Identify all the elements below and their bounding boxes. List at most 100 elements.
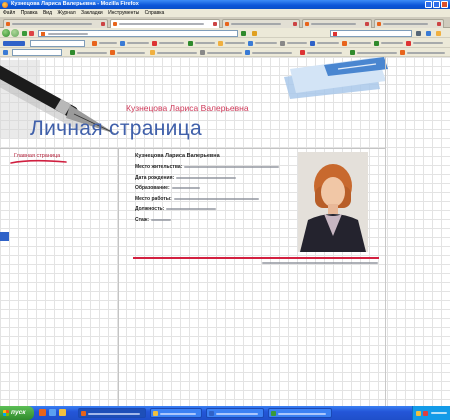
profile-field: Должность:: [135, 206, 217, 212]
illegible-bookmark-label: [195, 42, 215, 44]
bookmark-item[interactable]: [248, 40, 277, 46]
close-tab-icon[interactable]: [213, 22, 217, 26]
windows-logo-icon: [3, 410, 9, 416]
window-title-bar[interactable]: Кузнецова Лариса Валерьевна - Mozilla Fi…: [0, 0, 450, 9]
browser-tab[interactable]: [3, 19, 108, 28]
addon-icon: [400, 50, 405, 55]
taskbar-item[interactable]: [268, 408, 332, 418]
field-label-position: Должность:: [135, 206, 165, 212]
addon-icon[interactable]: [426, 30, 431, 36]
addon-search-field[interactable]: [12, 49, 62, 56]
addon-item[interactable]: [400, 50, 445, 55]
maximize-button[interactable]: [433, 1, 440, 8]
addon-item[interactable]: [70, 50, 107, 55]
browser-tab[interactable]: [302, 19, 372, 28]
bookmark-item[interactable]: [342, 40, 371, 46]
illegible-tab-label: [383, 23, 428, 25]
forward-button[interactable]: [11, 29, 19, 37]
field-label-birthdate: Дата рождения:: [135, 175, 175, 181]
content-footer-divider: [133, 257, 379, 259]
bookmark-item[interactable]: [120, 40, 149, 46]
tray-icon[interactable]: [416, 410, 421, 416]
field-label-education: Образование:: [135, 185, 170, 191]
bookmark-item[interactable]: [406, 40, 443, 46]
menu-tools[interactable]: Инструменты: [108, 10, 139, 16]
back-button[interactable]: [2, 29, 10, 37]
browser-tab-active[interactable]: [110, 19, 220, 28]
profile-field: Стаж:: [135, 217, 172, 223]
owner-name-title: Кузнецова Лариса Валерьевна: [126, 103, 249, 113]
bookmark-item[interactable]: [280, 40, 307, 46]
search-input[interactable]: [330, 29, 412, 37]
addon-item[interactable]: [245, 50, 292, 55]
tray-icon[interactable]: [423, 410, 428, 416]
addon-item[interactable]: [110, 50, 145, 55]
close-tab-icon[interactable]: [365, 22, 369, 26]
header-divider: [0, 148, 385, 149]
minimize-button[interactable]: [425, 1, 432, 8]
go-icon[interactable]: [241, 30, 246, 36]
profile-field: Дата рождения:: [135, 175, 237, 181]
addon-item[interactable]: [350, 50, 397, 55]
illegible-field-value: [151, 219, 172, 221]
taskbar-item-firefox[interactable]: [78, 408, 146, 418]
profile-photo: [298, 152, 368, 252]
field-label-experience: Стаж:: [135, 217, 150, 223]
menu-history[interactable]: Журнал: [57, 10, 75, 16]
illegible-url: [48, 32, 88, 35]
stop-icon[interactable]: [29, 30, 34, 36]
menu-bookmarks[interactable]: Закладки: [81, 10, 103, 16]
bookmark-item[interactable]: [92, 40, 117, 46]
desktop-screen: Кузнецова Лариса Валерьевна - Mozilla Fi…: [0, 0, 450, 420]
bookmark-item[interactable]: [152, 40, 184, 46]
toolbar-search-field[interactable]: [30, 39, 85, 47]
bookmark-item[interactable]: [218, 40, 245, 46]
bookmark-item[interactable]: [310, 40, 339, 46]
bookmark-icon: [342, 40, 347, 46]
menu-file[interactable]: Файл: [3, 10, 15, 16]
menu-edit[interactable]: Правка: [21, 10, 38, 16]
illegible-bookmark-label: [159, 42, 184, 44]
address-bar[interactable]: [38, 29, 238, 37]
close-tab-icon[interactable]: [101, 22, 105, 26]
menu-bar: Файл Правка Вид Журнал Закладки Инструме…: [0, 9, 450, 17]
swoosh-stroke: [10, 159, 67, 164]
toolbar-button[interactable]: [3, 40, 25, 46]
illegible-field-value: [176, 177, 237, 179]
menu-view[interactable]: Вид: [43, 10, 52, 16]
addon-icon[interactable]: [436, 30, 441, 36]
document-icon: [209, 411, 214, 416]
web-page[interactable]: Кузнецова Лариса Валерьевна Личная стран…: [0, 57, 450, 406]
bookmark-icon: [188, 40, 193, 46]
bookmark-item[interactable]: [188, 40, 215, 46]
folder-quicklaunch-icon[interactable]: [59, 409, 66, 416]
profile-field: Место работы:: [135, 196, 259, 202]
addon-icon[interactable]: [3, 50, 8, 55]
illegible-tab-label: [12, 23, 92, 25]
bookmark-star-icon[interactable]: [252, 30, 257, 36]
page-title: Личная страница: [30, 117, 202, 140]
taskbar-item[interactable]: [150, 408, 202, 418]
close-tab-icon[interactable]: [437, 22, 441, 26]
browser-tab[interactable]: [222, 19, 300, 28]
close-window-button[interactable]: [441, 1, 448, 8]
reload-icon[interactable]: [22, 30, 27, 36]
menu-help[interactable]: Справка: [145, 10, 165, 16]
addon-item[interactable]: [300, 50, 342, 55]
firefox-quicklaunch-icon[interactable]: [39, 409, 46, 416]
illegible-bookmark-label: [127, 42, 149, 44]
addon-item[interactable]: [200, 50, 242, 55]
photo-neck: [328, 204, 338, 214]
addon-icon: [350, 50, 355, 55]
search-icon[interactable]: [416, 30, 421, 36]
bookmark-item[interactable]: [374, 40, 403, 46]
addon-icon: [200, 50, 205, 55]
taskbar-item[interactable]: [206, 408, 264, 418]
illegible-addon-label: [77, 51, 107, 54]
addon-item[interactable]: [150, 50, 197, 55]
browser-tab[interactable]: [374, 19, 444, 28]
ie-quicklaunch-icon[interactable]: [49, 409, 56, 416]
illegible-addon-label: [252, 51, 292, 54]
close-tab-icon[interactable]: [293, 22, 297, 26]
start-button[interactable]: пуск: [0, 406, 34, 420]
